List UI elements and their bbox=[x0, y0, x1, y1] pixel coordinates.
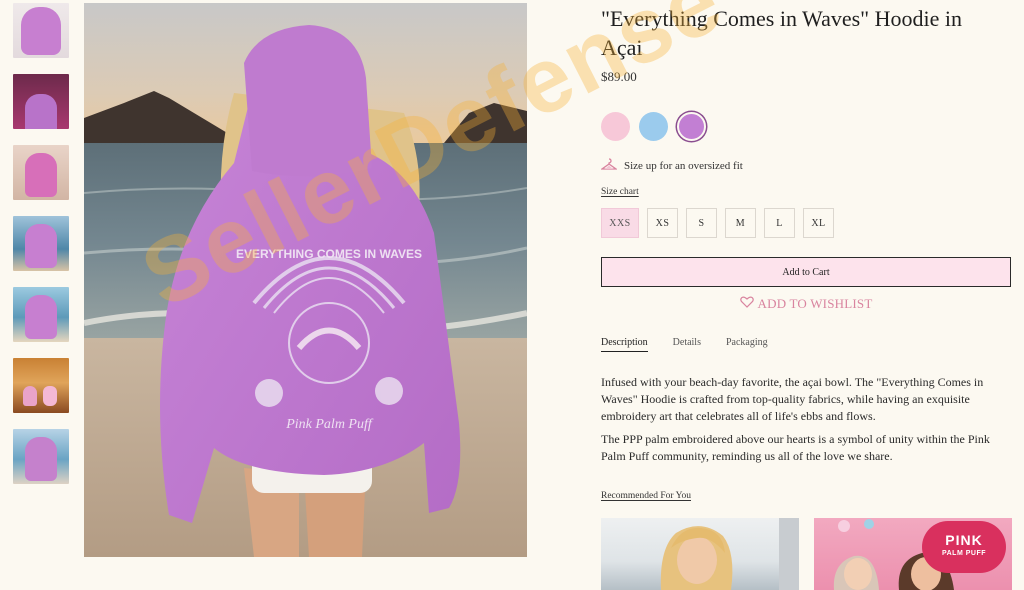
product-photo-illustration: EVERYTHING COMES IN WAVES Pink Palm Puff bbox=[84, 3, 527, 557]
recommended-product-1[interactable] bbox=[601, 518, 799, 590]
product-tabs: Description Details Packaging bbox=[601, 337, 768, 352]
description-paragraph: Infused with your beach-day favorite, th… bbox=[601, 375, 984, 423]
product-description: Infused with your beach-day favorite, th… bbox=[601, 374, 1006, 471]
thumbnail-figure bbox=[25, 94, 57, 129]
hoodie-print-text: EVERYTHING COMES IN WAVES bbox=[236, 247, 422, 261]
thumbnail-gallery bbox=[13, 3, 70, 500]
tab-description[interactable]: Description bbox=[601, 337, 648, 352]
thumbnail-2[interactable] bbox=[13, 74, 69, 129]
thumbnail-3[interactable] bbox=[13, 145, 69, 200]
recommended-product-1-image bbox=[660, 518, 799, 590]
size-option-s[interactable]: S bbox=[686, 208, 717, 238]
size-selector: XXS XS S M L XL bbox=[601, 208, 834, 238]
main-product-image[interactable]: EVERYTHING COMES IN WAVES Pink Palm Puff bbox=[84, 3, 527, 557]
recommended-heading: Recommended For You bbox=[601, 491, 691, 501]
add-to-cart-button[interactable]: Add to Cart bbox=[601, 257, 1011, 287]
thumbnail-figure bbox=[25, 295, 57, 339]
size-option-xxs[interactable]: XXS bbox=[601, 208, 639, 238]
thumbnail-figure bbox=[23, 386, 37, 406]
size-option-xl[interactable]: XL bbox=[803, 208, 834, 238]
size-option-xs[interactable]: XS bbox=[647, 208, 678, 238]
swatch-acai[interactable] bbox=[677, 112, 706, 141]
thumbnail-4[interactable] bbox=[13, 216, 69, 271]
add-to-wishlist-button[interactable]: ADD TO WISHLIST bbox=[601, 296, 1011, 312]
logo-line-1: PINK bbox=[945, 532, 983, 548]
size-option-m[interactable]: M bbox=[725, 208, 756, 238]
thumbnail-figure bbox=[25, 437, 57, 481]
thumbnail-5[interactable] bbox=[13, 287, 69, 342]
description-paragraph: The PPP palm embroidered above our heart… bbox=[601, 432, 990, 463]
logo-line-2: PALM PUFF bbox=[941, 550, 987, 557]
product-title: "Everything Comes in Waves" Hoodie in Aç… bbox=[601, 6, 963, 60]
pink-palm-puff-logo: PINK PALM PUFF bbox=[922, 521, 1006, 573]
thumbnail-figure bbox=[43, 386, 57, 406]
tab-details[interactable]: Details bbox=[673, 337, 701, 352]
thumbnail-6[interactable] bbox=[13, 358, 69, 413]
hanger-icon bbox=[599, 158, 619, 173]
product-price: $89.00 bbox=[601, 69, 637, 84]
swatch-blue[interactable] bbox=[639, 112, 668, 141]
color-swatches bbox=[601, 112, 706, 141]
wishlist-label: ADD TO WISHLIST bbox=[757, 296, 873, 311]
fit-note: Size up for an oversized fit bbox=[599, 158, 743, 173]
thumbnail-figure bbox=[25, 153, 57, 197]
thumbnail-figure bbox=[21, 7, 61, 55]
swatch-pink[interactable] bbox=[601, 112, 630, 141]
heart-icon bbox=[739, 296, 754, 312]
thumbnail-figure bbox=[25, 224, 57, 268]
fit-note-text: Size up for an oversized fit bbox=[624, 159, 743, 172]
thumbnail-7[interactable] bbox=[13, 429, 69, 484]
tab-packaging[interactable]: Packaging bbox=[726, 337, 768, 352]
hoodie-print-brand: Pink Palm Puff bbox=[285, 417, 374, 432]
size-chart-link[interactable]: Size chart bbox=[601, 187, 639, 197]
thumbnail-1[interactable] bbox=[13, 3, 69, 58]
size-option-l[interactable]: L bbox=[764, 208, 795, 238]
recommended-product-2[interactable]: PINK PALM PUFF bbox=[814, 518, 1012, 590]
